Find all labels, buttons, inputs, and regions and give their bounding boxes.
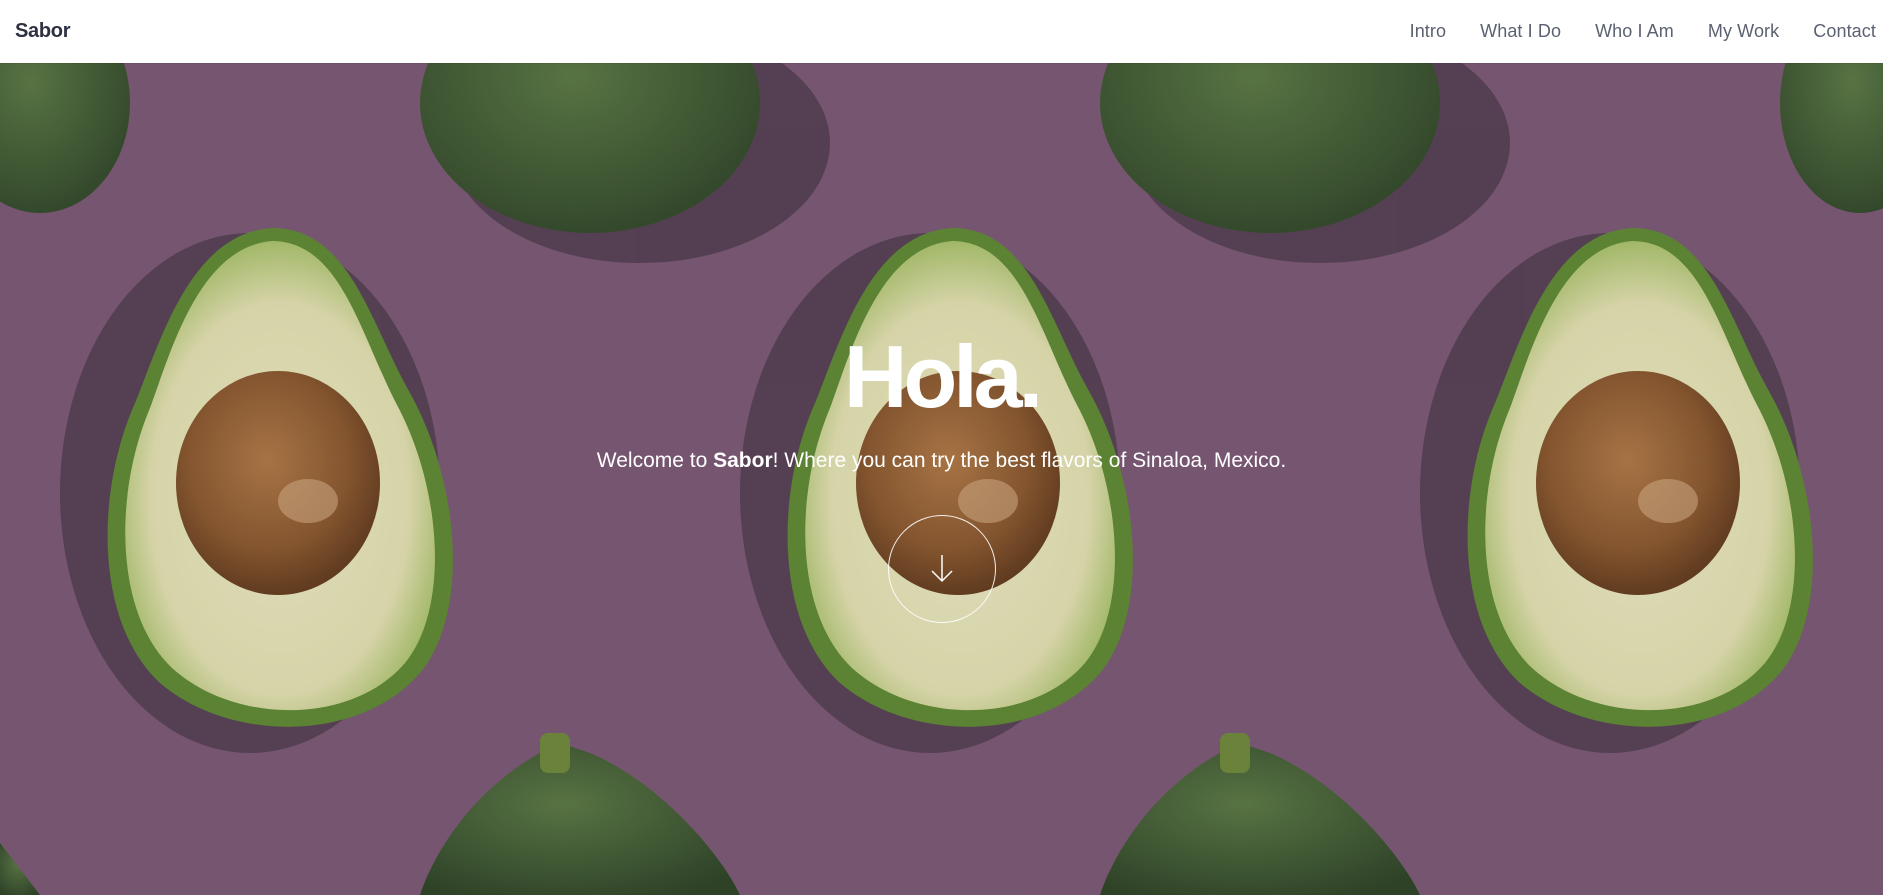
subtitle-suffix: ! Where you can try the best flavors of … bbox=[772, 449, 1287, 472]
nav-my-work[interactable]: My Work bbox=[1691, 21, 1796, 42]
hero-content: Hola. Welcome to Sabor! Where you can tr… bbox=[0, 63, 1883, 895]
subtitle-prefix: Welcome to bbox=[596, 449, 714, 472]
top-navbar: Sabor Intro What I Do Who I Am My Work C… bbox=[0, 0, 1883, 63]
subtitle-brand: Sabor bbox=[713, 449, 773, 472]
brand-logo[interactable]: Sabor bbox=[15, 20, 70, 43]
hero-section: Hola. Welcome to Sabor! Where you can tr… bbox=[0, 63, 1883, 895]
nav-what-i-do[interactable]: What I Do bbox=[1463, 21, 1578, 42]
nav-contact[interactable]: Contact bbox=[1796, 21, 1876, 42]
arrow-down-icon bbox=[930, 555, 953, 583]
nav-intro[interactable]: Intro bbox=[1393, 21, 1464, 42]
scroll-down-button[interactable] bbox=[887, 515, 996, 623]
nav-who-i-am[interactable]: Who I Am bbox=[1578, 21, 1691, 42]
main-nav: Intro What I Do Who I Am My Work Contact bbox=[1393, 21, 1876, 42]
hero-title: Hola. bbox=[843, 327, 1043, 426]
hero-subtitle: Welcome to Sabor! Where you can try the … bbox=[597, 449, 1286, 473]
